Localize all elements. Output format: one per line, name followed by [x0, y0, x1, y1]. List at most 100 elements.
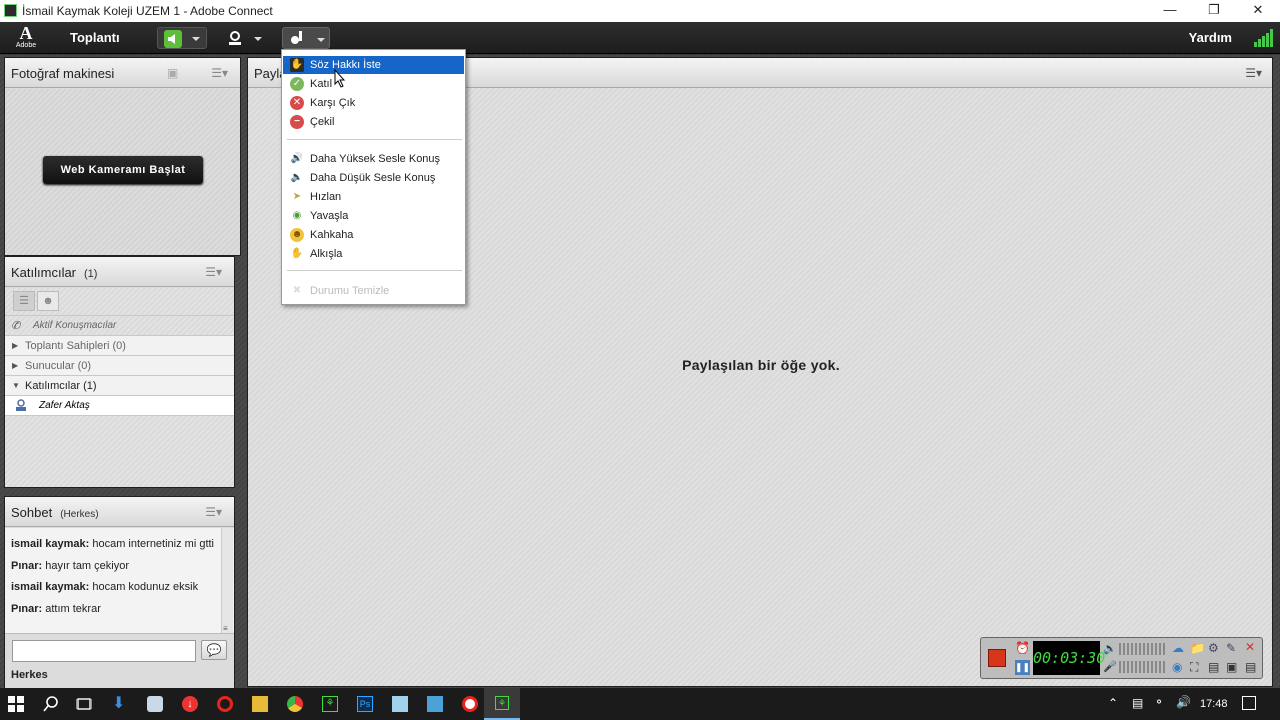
- menu-item-raise-hand[interactable]: ✋ Söz Hakkı İste: [283, 56, 464, 74]
- menu-item-speed-up[interactable]: ➤ Hızlan: [283, 188, 464, 206]
- notepad-icon[interactable]: [392, 696, 408, 712]
- chat-input[interactable]: [12, 640, 196, 662]
- menu-item-slow-down[interactable]: ◉ Yavaşla: [283, 207, 464, 225]
- menu-item-speak-louder[interactable]: 🔊 Daha Yüksek Sesle Konuş: [283, 150, 464, 168]
- raise-hand-icon: ✋: [290, 58, 304, 72]
- detail-view-icon[interactable]: ☻: [37, 291, 59, 311]
- task-view-icon[interactable]: [76, 696, 92, 712]
- recorder-app-icon[interactable]: [462, 696, 478, 712]
- microphone-icon[interactable]: 🎤: [1103, 660, 1117, 673]
- send-message-button[interactable]: 💬: [201, 640, 227, 660]
- close-window-button[interactable]: ✕: [1236, 0, 1280, 22]
- app-icon-green[interactable]: ⚘: [322, 696, 338, 712]
- photoshop-icon[interactable]: Ps: [357, 696, 373, 712]
- recording-timer: 00:03:30: [1033, 641, 1105, 675]
- webcam-icon[interactable]: ◉: [1172, 660, 1182, 674]
- chat-input-bar: 💬 Herkes: [5, 633, 234, 689]
- active-speakers-row: ✆ Aktif Konuşmacılar: [5, 316, 234, 336]
- scroll-down-icon[interactable]: ≡: [223, 624, 228, 633]
- download-manager-icon[interactable]: ⬇: [112, 696, 128, 712]
- chat-text: hayır tam çekiyor: [45, 559, 129, 572]
- chat-message: ismail kaymak: hocam internetiniz mi gtt…: [5, 534, 221, 556]
- menu-item-step-away[interactable]: − Çekil: [283, 113, 464, 131]
- menu-item-label: Karşı Çık: [310, 97, 356, 109]
- speaker-toggle-button[interactable]: [157, 27, 207, 49]
- network-icon[interactable]: ▤: [1132, 696, 1143, 710]
- chrome-browser-icon[interactable]: [287, 696, 303, 712]
- help-menu[interactable]: Yardım: [1189, 30, 1232, 45]
- chat-message: Pınar: hayır tam çekiyor: [5, 556, 221, 578]
- upload-icon[interactable]: ☁: [1172, 641, 1184, 655]
- search-icon[interactable]: [43, 696, 59, 712]
- chat-pod-menu-icon[interactable]: ☰▾: [205, 505, 222, 519]
- speaker-volume-meter[interactable]: [1119, 643, 1167, 655]
- chat-text: hocam internetiniz mi gtti: [92, 538, 215, 550]
- volume-icon[interactable]: 🔊: [1176, 695, 1191, 709]
- restore-button[interactable]: ❐: [1192, 0, 1236, 22]
- chat-pod-header: Sohbet (Herkes) ☰▾: [5, 497, 234, 527]
- window-titlebar: İsmail Kaymak Koleji UZEM 1 - Adobe Conn…: [0, 0, 1280, 22]
- menu-item-disagree[interactable]: ✕ Karşı Çık: [283, 94, 464, 112]
- wifi-icon[interactable]: ⚬: [1154, 695, 1164, 709]
- attendee-row[interactable]: Zafer Aktaş: [5, 396, 234, 416]
- chat-scope: (Herkes): [60, 509, 99, 520]
- adobe-connect-app-icon: [4, 4, 17, 17]
- list-view-icon[interactable]: ☰: [13, 291, 35, 311]
- mic-volume-meter[interactable]: [1119, 661, 1167, 673]
- chat-pod: Sohbet (Herkes) ☰▾ ismail kaymak: hocam i…: [4, 496, 235, 689]
- start-webcam-button[interactable]: Web Kameramı Başlat: [43, 156, 203, 184]
- status-menu-button[interactable]: [282, 27, 330, 49]
- camera-pod-menu-icon[interactable]: ☰▾: [211, 66, 228, 80]
- notifications-icon[interactable]: [1242, 696, 1256, 710]
- window-region-icon[interactable]: ▤: [1208, 660, 1219, 674]
- share-pod-menu-icon[interactable]: ☰▾: [1245, 66, 1262, 80]
- attendees-pod-menu-icon[interactable]: ☰▾: [205, 265, 222, 279]
- chat-sender: Pınar:: [11, 602, 43, 615]
- speaker-volume-icon[interactable]: 🔊: [1103, 642, 1117, 655]
- adobe-connect-taskbar-button[interactable]: ⚘: [484, 688, 520, 720]
- menu-item-applause[interactable]: ✋ Alkışla: [283, 245, 464, 263]
- opera-browser-icon[interactable]: [217, 696, 233, 712]
- camera-pod-title: Fotoğraf makinesi: [11, 66, 115, 81]
- menu-item-speak-softer[interactable]: 🔈 Daha Düşük Sesle Konuş: [283, 169, 464, 187]
- attendee-group-presenters[interactable]: ▶ Sunucular (0): [5, 356, 234, 376]
- menu-item-laughter[interactable]: ☻ Kahkaha: [283, 226, 464, 244]
- record-stop-button[interactable]: [988, 649, 1006, 667]
- attendee-name: Zafer Aktaş: [39, 400, 90, 411]
- app-icon-blue[interactable]: [427, 696, 443, 712]
- attendees-pod-title: Katılımcılar (1): [11, 265, 97, 280]
- display-icon[interactable]: ▤: [1245, 660, 1256, 674]
- minimize-button[interactable]: —: [1148, 0, 1192, 22]
- chevron-up-icon[interactable]: ⌃: [1108, 696, 1118, 710]
- settings-gear-icon[interactable]: ⚙: [1208, 641, 1219, 655]
- fullscreen-icon[interactable]: ▣: [167, 66, 178, 80]
- monitor-icon[interactable]: ▣: [1226, 660, 1237, 674]
- expand-triangle-icon: ▶: [12, 341, 19, 350]
- chat-scrollbar[interactable]: ≡: [221, 528, 233, 633]
- meeting-menu[interactable]: Toplantı: [70, 30, 120, 45]
- pdf-download-icon[interactable]: ↓: [182, 696, 198, 712]
- speed-up-icon: ➤: [292, 191, 302, 202]
- folder-icon[interactable]: 📁: [1190, 641, 1205, 655]
- attendee-group-participants[interactable]: ▼ Katılımcılar (1): [5, 376, 234, 396]
- chat-text: hocam kodunuz eksik: [92, 581, 199, 593]
- menu-item-label: Durumu Temizle: [310, 285, 390, 297]
- windows-start-icon[interactable]: [8, 696, 24, 712]
- disagree-icon: ✕: [290, 96, 304, 110]
- app-icon-generic[interactable]: [147, 696, 163, 712]
- menu-item-agree[interactable]: ✓ Katıl: [283, 75, 464, 93]
- fullscreen-region-icon[interactable]: ⛶: [1190, 660, 1198, 675]
- laughter-icon: ☻: [290, 228, 304, 242]
- pause-button[interactable]: ❚❚: [1015, 660, 1030, 675]
- taskbar-clock[interactable]: 17:48: [1200, 698, 1228, 710]
- chat-recipient-selector[interactable]: Herkes: [11, 669, 48, 681]
- attendee-group-hosts[interactable]: ▶ Toplantı Sahipleri (0): [5, 336, 234, 356]
- alarm-clock-icon[interactable]: ⏰: [1015, 641, 1030, 656]
- file-explorer-icon[interactable]: [252, 696, 268, 712]
- adobe-logo-text: Adobe: [15, 42, 37, 49]
- draw-icon[interactable]: ✎: [1226, 641, 1236, 655]
- camera-voice-button[interactable]: [222, 27, 266, 49]
- close-recorder-icon[interactable]: ✕: [1245, 640, 1255, 654]
- speech-bubble-icon: 💬: [206, 643, 222, 657]
- status-dropdown-menu: ✋ Söz Hakkı İste ✓ Katıl ✕ Karşı Çık − Ç…: [281, 49, 466, 305]
